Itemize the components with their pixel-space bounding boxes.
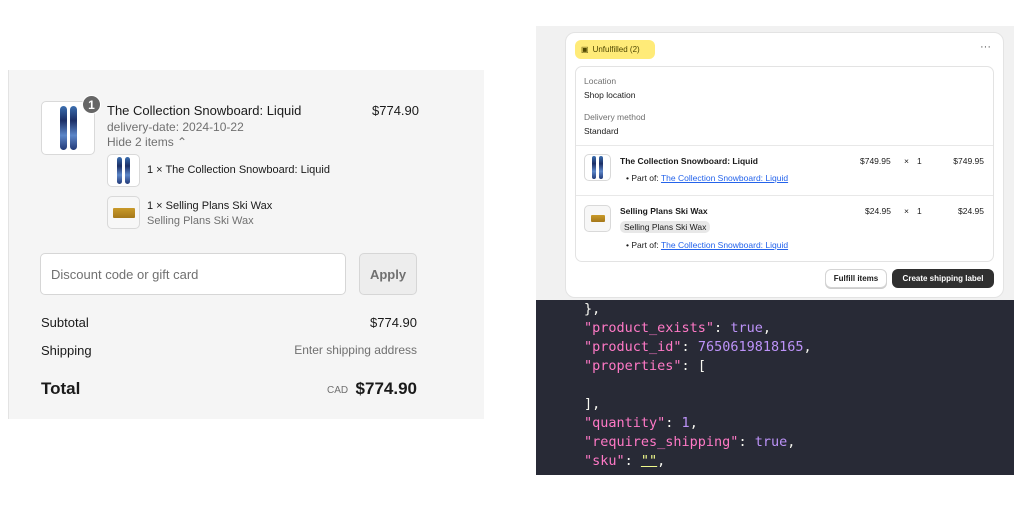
apply-button[interactable]: Apply [359, 253, 417, 295]
more-actions-icon[interactable]: ··· [980, 41, 991, 53]
location-value: Shop location [584, 90, 636, 100]
code-line: "sku": "", [584, 453, 666, 469]
times: × [904, 206, 909, 216]
item-total: $24.95 [958, 206, 984, 216]
total-value: $774.90 [355, 379, 417, 398]
code-value: true [754, 434, 788, 450]
item-image [584, 205, 611, 232]
item-title: Selling Plans Ski Wax [620, 206, 708, 216]
create-shipping-label-button[interactable]: Create shipping label [892, 269, 994, 288]
code-value: "" [640, 453, 658, 469]
part-of-label: Part of: [631, 240, 659, 250]
code-key: "product_id" [584, 339, 682, 355]
component-label: 1 × Selling Plans Ski Wax [147, 200, 273, 212]
item-title: The Collection Snowboard: Liquid [620, 156, 758, 166]
code-value: [ [697, 358, 706, 374]
item-image [584, 154, 611, 181]
shipping-value: Enter shipping address [294, 343, 417, 357]
delivery-label: Delivery method [584, 112, 646, 122]
json-code-block: }, "product_exists": true, "product_id":… [536, 300, 1014, 475]
code-value: 1 [681, 415, 690, 431]
status-label: Unfulfilled (2) [592, 45, 640, 54]
code-line: "product_id": 7650619818165, [584, 339, 812, 355]
code-key: "product_exists" [584, 320, 715, 336]
code-line: "quantity": 1, [584, 415, 698, 431]
item-price: $749.95 [860, 156, 891, 166]
times: × [904, 156, 909, 166]
code-key: "properties" [584, 358, 682, 374]
item-qty: 1 [917, 156, 922, 166]
currency: CAD [327, 385, 349, 396]
code-line: "requires_shipping": true, [584, 434, 796, 450]
total-label: Total [41, 379, 81, 398]
code-line: "product_exists": true, [584, 320, 771, 336]
divider [576, 195, 993, 196]
product-price: $774.90 [372, 103, 419, 118]
code-key: "requires_shipping" [584, 434, 739, 450]
code-line: ], [584, 396, 601, 412]
component-sub: Selling Plans Ski Wax [147, 215, 254, 227]
subtotal-label: Subtotal [41, 315, 89, 330]
product-title: The Collection Snowboard: Liquid [107, 103, 302, 118]
code-value: true [730, 320, 763, 336]
fulfill-items-button[interactable]: Fulfill items [825, 269, 887, 288]
delivery-date: delivery-date: 2024-10-22 [107, 120, 244, 134]
component-image [107, 154, 140, 187]
delivery-value: Standard [584, 126, 619, 136]
unfulfilled-badge: ▣ Unfulfilled (2) [575, 40, 655, 59]
shipping-label: Shipping [41, 343, 92, 358]
discount-input[interactable]: Discount code or gift card [40, 253, 346, 295]
toggle-label: Hide 2 items [107, 135, 174, 149]
item-total: $749.95 [953, 156, 984, 166]
bundle-link[interactable]: The Collection Snowboard: Liquid [661, 173, 788, 183]
code-key: "quantity" [584, 415, 666, 431]
item-qty: 1 [917, 206, 922, 216]
component-label: 1 × The Collection Snowboard: Liquid [147, 164, 330, 176]
part-of: • Part of: The Collection Snowboard: Liq… [626, 240, 789, 250]
hide-items-toggle[interactable]: Hide 2 items ⌃ [107, 135, 187, 149]
divider [576, 145, 993, 146]
quantity-badge: 1 [82, 95, 101, 114]
bundle-link[interactable]: The Collection Snowboard: Liquid [661, 240, 788, 250]
location-label: Location [584, 76, 617, 86]
code-line: "properties": [ [584, 358, 706, 374]
package-icon: ▣ [581, 45, 589, 54]
variant-tag: Selling Plans Ski Wax [620, 221, 711, 233]
part-of-label: Part of: [631, 173, 659, 183]
item-price: $24.95 [865, 206, 891, 216]
component-image [107, 196, 140, 229]
code-line: }, [584, 301, 601, 317]
subtotal-value: $774.90 [370, 315, 417, 330]
code-key: "sku" [584, 453, 625, 469]
code-value: 7650619818165 [697, 339, 804, 355]
part-of: • Part of: The Collection Snowboard: Liq… [626, 173, 789, 183]
chevron-up-icon: ⌃ [177, 135, 188, 149]
